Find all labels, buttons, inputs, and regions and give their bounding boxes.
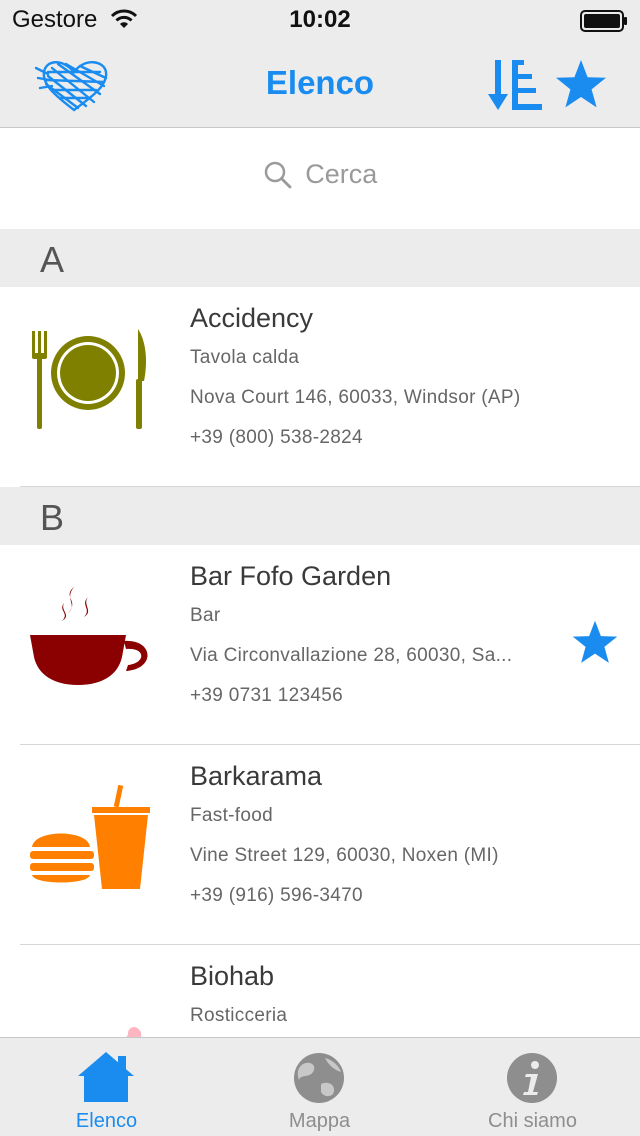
page-title: Elenco <box>265 64 375 101</box>
tab-label: Chi siamo <box>488 1110 577 1132</box>
tab-label: Elenco <box>75 1110 138 1132</box>
search-bar[interactable]: Cerca <box>0 129 640 229</box>
list-item[interactable]: Accidency Tavola calda Nova Court 146, 6… <box>0 287 640 487</box>
list-item[interactable]: Biohab Rosticceria <box>0 945 640 1037</box>
tab-chi-siamo[interactable]: Chi siamo <box>426 1038 639 1136</box>
home-icon <box>78 1052 134 1102</box>
tab-label: Mappa <box>288 1110 351 1132</box>
place-name: Bar Fofo Garden <box>190 561 392 591</box>
section-letter: A <box>40 239 65 280</box>
place-name: Barkarama <box>190 761 323 791</box>
place-address: Nova Court 146, 60033, Windsor (AP) <box>190 387 521 408</box>
tab-mappa[interactable]: Mappa <box>213 1038 426 1136</box>
place-phone: +39 (916) 596-3470 <box>190 885 363 906</box>
place-category: Fast-food <box>190 805 273 826</box>
roast-meat-icon <box>126 1027 142 1037</box>
section-letter: B <box>40 497 65 538</box>
place-address: Vine Street 129, 60030, Noxen (MI) <box>190 845 499 866</box>
place-category: Rosticceria <box>190 1005 288 1026</box>
list-item[interactable]: Bar Fofo Garden Bar Via Circonvallazione… <box>0 545 640 745</box>
battery-icon <box>580 10 627 32</box>
search-icon <box>264 161 292 188</box>
info-icon <box>507 1053 557 1103</box>
status-bar: Gestore 10:02 <box>0 0 640 40</box>
section-header-a: A <box>0 229 640 287</box>
tab-bar: Elenco Mappa Chi siamo <box>0 1037 640 1136</box>
favorite-star-icon[interactable] <box>570 619 620 667</box>
place-name: Accidency <box>190 303 314 333</box>
places-list[interactable]: A Accidency Tavola calda Nova Court 146,… <box>0 229 640 1037</box>
tab-elenco[interactable]: Elenco <box>0 1038 213 1136</box>
plate-cutlery-icon <box>32 329 146 429</box>
place-phone: +39 0731 123456 <box>190 685 343 706</box>
globe-icon <box>294 1053 344 1103</box>
place-phone: +39 (800) 538-2824 <box>190 427 363 448</box>
list-item[interactable]: Barkarama Fast-food Vine Street 129, 600… <box>0 745 640 945</box>
section-header-b: B <box>0 487 640 545</box>
sort-button[interactable] <box>486 58 544 112</box>
place-category: Tavola calda <box>190 347 300 368</box>
burger-drink-icon <box>30 785 150 889</box>
search-input[interactable]: Cerca <box>305 159 377 190</box>
favorites-star-button[interactable] <box>554 58 608 112</box>
navigation-bar: Elenco <box>0 40 640 128</box>
place-name: Biohab <box>190 961 275 991</box>
coffee-cup-icon <box>30 587 148 685</box>
status-time: 10:02 <box>289 6 351 33</box>
place-category: Bar <box>190 605 221 626</box>
place-address: Via Circonvallazione 28, 60030, Sa... <box>190 645 513 666</box>
